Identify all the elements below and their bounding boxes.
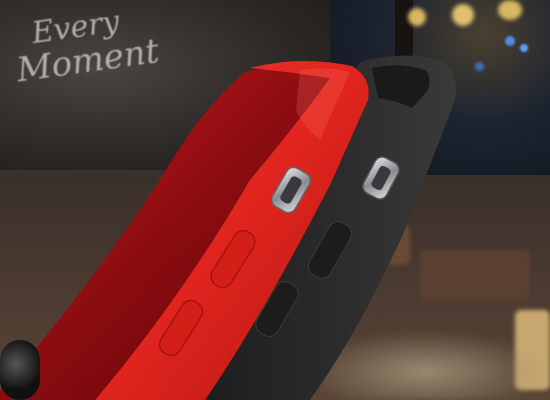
photo-scene: Every Moment bbox=[0, 0, 550, 400]
phone-cases bbox=[0, 55, 456, 400]
phone-charm bbox=[0, 340, 40, 400]
